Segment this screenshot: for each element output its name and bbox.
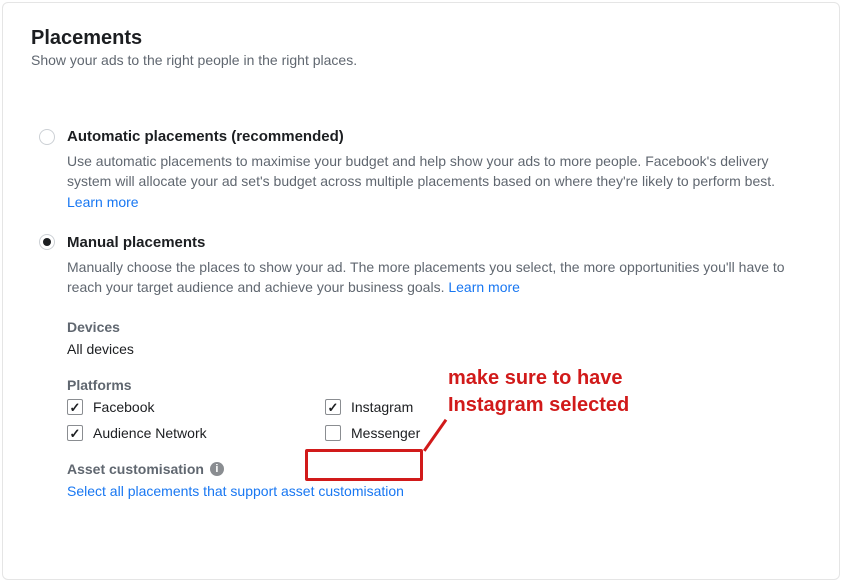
asset-customisation-link[interactable]: Select all placements that support asset… [67, 483, 811, 499]
manual-placements-label: Manual placements [67, 234, 205, 251]
platforms-grid: Facebook Instagram Audience Network Mess… [67, 399, 811, 441]
placements-panel: Placements Show your ads to the right pe… [2, 2, 840, 580]
learn-more-link[interactable]: Learn more [67, 194, 139, 210]
info-icon[interactable]: i [210, 462, 224, 476]
platform-instagram[interactable]: Instagram [325, 399, 575, 415]
checkbox-icon [67, 399, 83, 415]
placement-options: Automatic placements (recommended) Use a… [31, 128, 811, 499]
radio-icon [39, 234, 55, 250]
radio-icon [39, 129, 55, 145]
section-heading: Placements [31, 27, 811, 50]
manual-placements-desc: Manually choose the places to show your … [67, 257, 807, 298]
automatic-placements-option[interactable]: Automatic placements (recommended) [39, 128, 811, 145]
manual-placements-option[interactable]: Manual placements [39, 234, 811, 251]
platform-facebook[interactable]: Facebook [67, 399, 317, 415]
automatic-placements-label: Automatic placements (recommended) [67, 128, 344, 145]
devices-label: Devices [67, 319, 811, 335]
checkbox-icon [67, 425, 83, 441]
section-subtitle: Show your ads to the right people in the… [31, 52, 811, 68]
devices-value[interactable]: All devices [67, 341, 811, 357]
asset-customisation-label: Asset customisation i [67, 461, 811, 477]
platforms-label: Platforms [67, 377, 811, 393]
checkbox-icon [325, 425, 341, 441]
platform-audience-network[interactable]: Audience Network [67, 425, 317, 441]
checkbox-icon [325, 399, 341, 415]
learn-more-link[interactable]: Learn more [448, 279, 520, 295]
platform-messenger[interactable]: Messenger [325, 425, 575, 441]
automatic-placements-desc: Use automatic placements to maximise you… [67, 151, 807, 212]
